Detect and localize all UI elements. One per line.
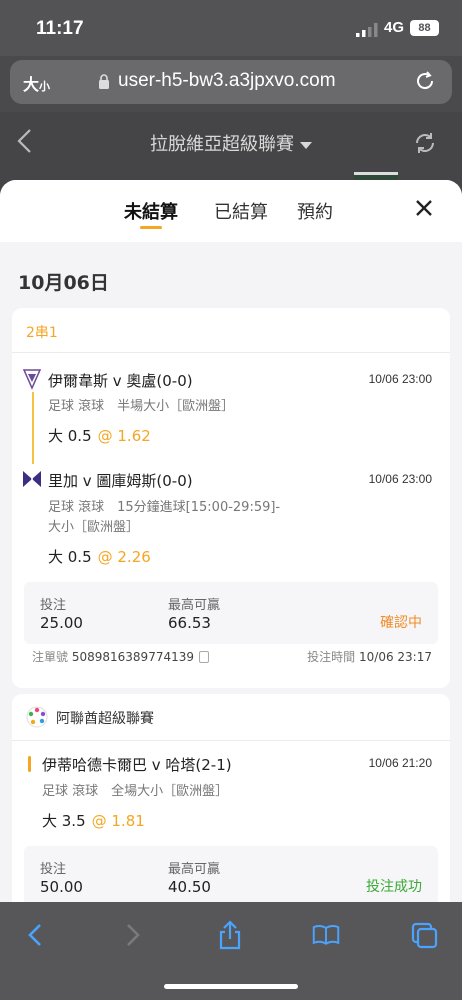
date-heading: 10月06日 — [18, 272, 109, 294]
divider — [12, 740, 450, 741]
app-header: 拉脫維亞超級聯賽 — [0, 112, 462, 190]
bet-summary: 投注 50.00 最高可贏 40.50 投注成功 — [24, 846, 438, 902]
match-time: 10/06 23:00 — [368, 372, 432, 386]
odds: @ 1.62 — [97, 427, 151, 445]
team-logo-icon — [22, 369, 42, 390]
market-name: 足球 滾球 全場大小［歐洲盤］ — [42, 784, 229, 799]
max-win-label: 最高可贏 — [168, 862, 221, 877]
market-name: 足球 滾球 半場大小［歐洲盤］ — [48, 399, 235, 414]
status-badge: 投注成功 — [366, 879, 422, 895]
odds: @ 1.81 — [91, 812, 145, 830]
tab-reserved[interactable]: 預約 — [297, 198, 333, 224]
status-badge: 確認中 — [380, 615, 422, 631]
stake-label: 投注 — [40, 598, 67, 613]
max-win-value: 66.53 — [168, 614, 211, 632]
clock: 11:17 — [36, 18, 84, 39]
market-name-cont: 大小［歐洲盤］ — [48, 520, 140, 535]
league-title[interactable]: 拉脫維亞超級聯賽 — [0, 130, 462, 156]
signal-icon — [356, 23, 378, 37]
league-name: 阿聯酋超級聯賽 — [56, 711, 154, 727]
bet-card: 阿聯酋超級聯賽 伊蒂哈德卡爾巴 v 哈塔(2-1) 10/06 21:20 足球… — [12, 694, 450, 902]
tab-unsettled[interactable]: 未結算 — [124, 198, 178, 229]
bet-time: 投注時間 10/06 23:17 — [307, 650, 432, 664]
bet-summary: 投注 25.00 最高可贏 66.53 確認中 — [24, 582, 438, 644]
battery-icon: 88 — [410, 20, 439, 36]
market-name: 足球 滾球 15分鐘進球[15:00-29:59]- — [48, 500, 281, 515]
team-logo-icon — [23, 470, 41, 488]
bet-card: 2串1 伊爾韋斯 v 奧盧(0-0) 10/06 23:00 足球 滾球 半場大… — [12, 308, 450, 688]
selection: 大 3.5 @ 1.81 — [42, 812, 145, 830]
share-icon[interactable] — [216, 920, 244, 950]
bet-records-sheet: 未結算 已結算 預約 10月06日 2串1 伊爾韋斯 v 奧盧(0-0) 10/… — [0, 180, 462, 902]
tab-settled[interactable]: 已結算 — [214, 198, 268, 224]
reload-icon[interactable] — [414, 70, 436, 92]
refresh-icon[interactable] — [412, 130, 438, 156]
url-text: user-h5-bw3.a3jpxvo.com — [118, 70, 336, 91]
max-win-label: 最高可贏 — [168, 598, 221, 613]
parlay-type: 2串1 — [26, 325, 58, 341]
back-icon[interactable] — [22, 920, 50, 950]
match-time: 10/06 23:00 — [368, 472, 432, 486]
copy-icon[interactable] — [199, 651, 209, 663]
status-bar: 11:17 4G 88 — [0, 0, 462, 56]
selection: 大 0.5 @ 2.26 — [48, 548, 151, 566]
stake-label: 投注 — [40, 862, 67, 877]
lock-icon — [99, 74, 109, 89]
bookmarks-icon[interactable] — [312, 920, 340, 950]
league-logo-icon — [26, 706, 48, 728]
match-name: 伊爾韋斯 v 奧盧(0-0) — [48, 372, 193, 390]
close-icon[interactable] — [414, 198, 434, 218]
home-indicator — [164, 984, 298, 989]
match-time: 10/06 21:20 — [368, 756, 432, 770]
active-tab-indicator — [140, 226, 162, 229]
address-bar[interactable]: 大小 user-h5-bw3.a3jpxvo.com — [10, 60, 452, 104]
match-name: 里加 v 圖庫姆斯(0-0) — [48, 472, 193, 490]
forward-icon[interactable] — [118, 920, 146, 950]
match-name: 伊蒂哈德卡爾巴 v 哈塔(2-1) — [42, 756, 232, 774]
tab-bar: 未結算 已結算 預約 — [0, 180, 462, 242]
leg-connector — [32, 392, 34, 464]
selection: 大 0.5 @ 1.62 — [48, 427, 151, 445]
tabs-icon[interactable] — [410, 920, 438, 950]
odds: @ 2.26 — [97, 548, 151, 566]
chevron-down-icon — [300, 141, 312, 149]
divider — [12, 352, 450, 353]
bet-number: 注單號 5089816389774139 — [32, 648, 209, 665]
network-type: 4G — [384, 19, 405, 36]
stake-value: 50.00 — [40, 878, 83, 896]
text-size-button[interactable]: 大小 — [23, 71, 50, 95]
max-win-value: 40.50 — [168, 878, 211, 896]
stake-value: 25.00 — [40, 614, 83, 632]
leg-marker — [28, 756, 31, 772]
